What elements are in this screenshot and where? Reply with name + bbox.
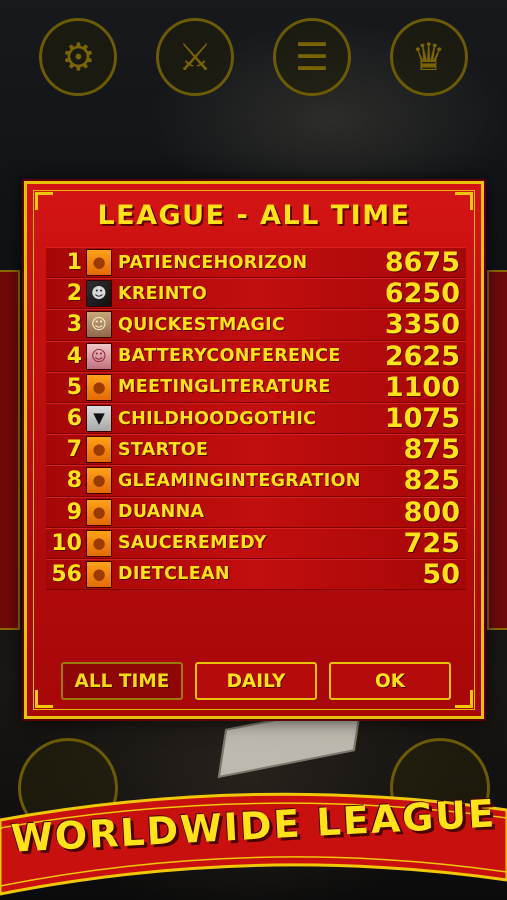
crossed-swords-icon[interactable]: ⚔ — [156, 18, 235, 96]
player-name: MEETINGLITERATURE — [118, 377, 331, 398]
default-avatar-icon: ● — [86, 373, 112, 401]
player-name: SAUCEREMEDY — [118, 533, 267, 554]
player-score: 50 — [422, 558, 460, 590]
leaderboard-row: 8 ● GLEAMINGINTEGRATION 825 — [46, 465, 466, 497]
all-time-button[interactable]: ALL TIME — [61, 662, 183, 700]
ok-button[interactable]: OK — [329, 662, 451, 700]
player-score: 1075 — [384, 403, 460, 435]
leaderboard-trophy-icon[interactable]: ☰ — [272, 18, 351, 96]
player-score: 3350 — [384, 309, 460, 341]
corner-ornament — [455, 690, 473, 708]
league-dialog: LEAGUE - ALL TIME 1 ● PATIENCEHORIZON 8675 2… — [24, 181, 484, 719]
leaderboard-row: 6 ▼ CHILDHOODGOTHIC 1075 — [46, 402, 466, 435]
player-score: 825 — [403, 465, 460, 497]
player-name: BATTERYCONFERENCE — [118, 346, 341, 367]
leaderboard-row: 7 ● STARTOE 875 — [46, 434, 466, 466]
default-avatar-icon: ● — [86, 467, 112, 495]
player-avatar: ☺ — [86, 342, 112, 370]
player-avatar: ▼ — [86, 405, 112, 433]
player-name: DIETCLEAN — [118, 564, 230, 585]
player-score: 875 — [403, 434, 460, 466]
player-score: 800 — [403, 496, 460, 528]
leaderboard-row: 3 ☺ QUICKESTMAGIC 3350 — [46, 309, 466, 341]
player-name: PATIENCEHORIZON — [118, 252, 308, 273]
default-avatar-icon: ● — [86, 498, 112, 526]
leaderboard-row: 10 ● SAUCEREMEDY 725 — [46, 527, 466, 559]
dialog-title: LEAGUE - ALL TIME — [97, 200, 411, 231]
leaderboard-row: 9 ● DUANNA 800 — [46, 496, 466, 528]
default-avatar-icon: ● — [86, 249, 112, 277]
player-avatar: ☺ — [86, 311, 112, 339]
left-side-panel — [0, 270, 20, 630]
player-score: 8675 — [384, 247, 460, 279]
dialog-button-row: ALL TIME DAILY OK — [61, 662, 451, 700]
leaderboard-row: 4 ☺ BATTERYCONFERENCE 2625 — [46, 340, 466, 372]
default-avatar-icon: ● — [86, 436, 112, 464]
player-rank: 56 — [51, 561, 82, 587]
leaderboard-row: 2 ☻ KREINTO 6250 — [46, 278, 466, 310]
player-name: QUICKESTMAGIC — [118, 314, 286, 335]
player-rank: 9 — [66, 499, 82, 525]
player-rank: 2 — [66, 281, 82, 307]
top-icon-bar: ⚙ ⚔ ☰ ♛ — [0, 18, 507, 98]
player-rank: 1 — [66, 250, 82, 276]
player-name: GLEAMINGINTEGRATION — [118, 470, 361, 491]
player-rank: 7 — [66, 437, 82, 463]
player-score: 2625 — [384, 340, 460, 372]
player-name: KREINTO — [118, 283, 208, 304]
trophy-podium-icon[interactable]: ♛ — [389, 18, 468, 96]
leaderboard-row: 5 ● MEETINGLITERATURE 1100 — [46, 371, 466, 403]
leaderboard-row: 56 ● DIETCLEAN 50 — [46, 558, 466, 591]
player-avatar: ☻ — [86, 280, 112, 308]
player-rank: 3 — [66, 312, 82, 338]
default-avatar-icon: ● — [86, 560, 112, 588]
worldwide-league-banner: WORLDWIDE LEAGUE — [0, 782, 507, 900]
default-avatar-icon: ● — [86, 529, 112, 557]
player-name: CHILDHOODGOTHIC — [118, 408, 317, 429]
daily-button[interactable]: DAILY — [195, 662, 317, 700]
player-rank: 5 — [66, 374, 82, 400]
player-score: 1100 — [384, 371, 460, 403]
leaderboard-row: 1 ● PATIENCEHORIZON 8675 — [46, 247, 466, 279]
player-rank: 8 — [66, 468, 82, 494]
player-rank: 4 — [66, 343, 82, 369]
player-score: 725 — [403, 527, 460, 559]
player-score: 6250 — [384, 278, 460, 310]
right-side-panel — [487, 270, 507, 630]
corner-ornament — [35, 690, 53, 708]
leaderboard-list: 1 ● PATIENCEHORIZON 8675 2 ☻ KREINTO 6250 3 ☺ QUIC… — [46, 247, 466, 655]
settings-gear-icon[interactable]: ⚙ — [39, 18, 118, 96]
player-name: STARTOE — [118, 439, 209, 460]
player-rank: 10 — [51, 530, 82, 556]
player-rank: 6 — [66, 406, 82, 432]
player-name: DUANNA — [118, 502, 205, 523]
